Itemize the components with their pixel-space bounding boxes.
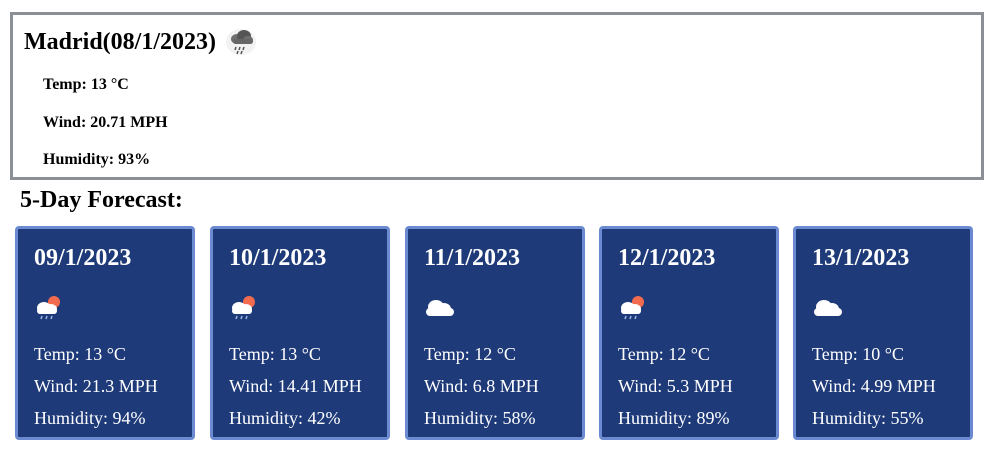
forecast-temp: Temp: 12 °C bbox=[618, 344, 710, 364]
forecast-date: 12/1/2023 bbox=[618, 245, 716, 271]
forecast-humidity: Humidity: 42% bbox=[229, 408, 341, 428]
forecast-humidity: Humidity: 55% bbox=[812, 408, 924, 428]
city-title: Madrid(08/1/2023) bbox=[24, 26, 260, 58]
forecast-humidity: Humidity: 58% bbox=[424, 408, 536, 428]
forecast-humidity: Humidity: 94% bbox=[34, 408, 146, 428]
forecast-wind: Wind: 6.8 MPH bbox=[424, 376, 539, 396]
forecast-wind: Wind: 5.3 MPH bbox=[618, 376, 733, 396]
forecast-cards: 09/1/2023 Temp: 13 °C Wind: 21.3 MPH Hum… bbox=[15, 226, 985, 444]
forecast-card: 12/1/2023 Temp: 12 °C Wind: 5.3 MPH Humi… bbox=[599, 226, 779, 440]
forecast-card: 13/1/2023 Temp: 10 °C Wind: 4.99 MPH Hum… bbox=[793, 226, 973, 440]
forecast-date: 10/1/2023 bbox=[229, 245, 327, 271]
forecast-card: 10/1/2023 Temp: 13 °C Wind: 14.41 MPH Hu… bbox=[210, 226, 390, 440]
current-weather-panel: Madrid(08/1/2023) Temp: 13 °C Wind: 20.7… bbox=[10, 12, 984, 180]
current-humidity: Humidity: 93% bbox=[43, 151, 151, 168]
forecast-wind: Wind: 14.41 MPH bbox=[229, 376, 362, 396]
sun-rain-cloud-icon bbox=[30, 291, 70, 323]
sun-rain-cloud-icon bbox=[614, 291, 654, 323]
sun-rain-cloud-icon bbox=[225, 291, 265, 323]
forecast-temp: Temp: 13 °C bbox=[229, 344, 321, 364]
forecast-date: 13/1/2023 bbox=[812, 245, 910, 271]
current-temp: Temp: 13 °C bbox=[43, 76, 129, 93]
city-title-text: Madrid(08/1/2023) bbox=[24, 28, 216, 55]
forecast-temp: Temp: 13 °C bbox=[34, 344, 126, 364]
forecast-temp: Temp: 10 °C bbox=[812, 344, 904, 364]
forecast-card: 11/1/2023 Temp: 12 °C Wind: 6.8 MPH Humi… bbox=[405, 226, 585, 440]
forecast-wind: Wind: 21.3 MPH bbox=[34, 376, 158, 396]
forecast-wind: Wind: 4.99 MPH bbox=[812, 376, 936, 396]
current-wind: Wind: 20.71 MPH bbox=[43, 114, 168, 131]
rain-cloud-icon bbox=[224, 26, 260, 58]
forecast-date: 11/1/2023 bbox=[424, 245, 521, 271]
cloud-icon bbox=[808, 291, 848, 323]
forecast-temp: Temp: 12 °C bbox=[424, 344, 516, 364]
forecast-humidity: Humidity: 89% bbox=[618, 408, 730, 428]
forecast-card: 09/1/2023 Temp: 13 °C Wind: 21.3 MPH Hum… bbox=[15, 226, 195, 440]
forecast-date: 09/1/2023 bbox=[34, 245, 132, 271]
cloud-icon bbox=[420, 291, 460, 323]
forecast-heading: 5-Day Forecast: bbox=[20, 187, 183, 213]
